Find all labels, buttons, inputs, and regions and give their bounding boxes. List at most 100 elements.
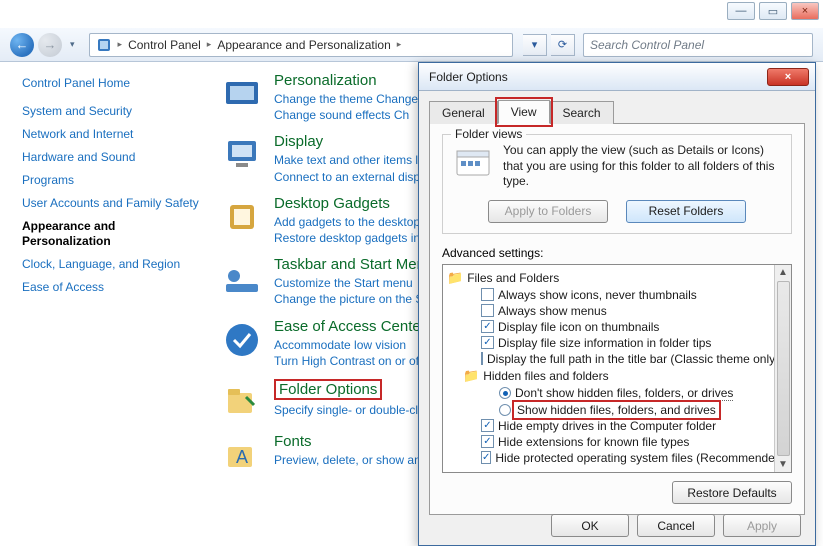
checkbox-icon[interactable]: ✓	[481, 336, 494, 349]
ok-button[interactable]: OK	[551, 514, 629, 537]
sidebar-item[interactable]: Hardware and Sound	[22, 146, 202, 169]
category-icon	[220, 133, 264, 177]
category-title[interactable]: Folder Options	[274, 379, 382, 400]
tree-check-option[interactable]: ✓Display file size information in folder…	[447, 335, 772, 351]
dialog-titlebar[interactable]: Folder Options ×	[419, 63, 815, 91]
maximize-button[interactable]: ▭	[759, 2, 787, 20]
sidebar-item[interactable]: Appearance and Personalization	[22, 215, 202, 253]
breadcrumb-2[interactable]: Appearance and Personalization	[217, 38, 390, 52]
sidebar: Control Panel Home System and SecurityNe…	[0, 62, 210, 546]
forward-button[interactable]: →	[38, 33, 62, 57]
minimize-button[interactable]: —	[727, 2, 755, 20]
apply-to-folders-button[interactable]: Apply to Folders	[488, 200, 608, 223]
folder-icon: 📁	[463, 368, 479, 384]
sidebar-item[interactable]: Programs	[22, 169, 202, 192]
checkbox-icon[interactable]	[481, 288, 494, 301]
restore-defaults-button[interactable]: Restore Defaults	[672, 481, 792, 504]
address-dropdown-button[interactable]: ▾	[523, 34, 547, 56]
radio-icon[interactable]	[499, 387, 511, 399]
category-links[interactable]: Specify single- or double-clic	[274, 402, 427, 418]
checkbox-icon[interactable]: ✓	[481, 451, 491, 464]
category-links[interactable]: Accommodate low visionTurn High Contrast…	[274, 337, 426, 369]
reset-folders-button[interactable]: Reset Folders	[626, 200, 746, 223]
category-icon	[220, 256, 264, 300]
checkbox-icon[interactable]	[481, 304, 494, 317]
sidebar-home[interactable]: Control Panel Home	[22, 76, 202, 90]
cancel-button[interactable]: Cancel	[637, 514, 715, 537]
window-controls: — ▭ ×	[727, 2, 819, 20]
checkbox-icon[interactable]	[481, 352, 483, 365]
scroll-up-icon[interactable]: ▲	[778, 267, 788, 278]
tab-panel-view: Folder views You can apply the view (suc…	[429, 123, 805, 515]
category-links[interactable]: Add gadgets to the desktopRestore deskto…	[274, 214, 429, 246]
category-title[interactable]: Fonts	[274, 433, 427, 450]
checkbox-icon[interactable]: ✓	[481, 320, 494, 333]
tree-check-option[interactable]: Always show menus	[447, 303, 772, 319]
category-icon	[220, 379, 264, 423]
tree-radio-option[interactable]: Show hidden files, folders, and drives	[447, 402, 772, 418]
category-title[interactable]: Personalization	[274, 72, 418, 89]
history-dropdown[interactable]: ▾	[66, 39, 79, 50]
refresh-button[interactable]: ⟳	[551, 34, 575, 56]
tree-folder[interactable]: 📁Hidden files and folders	[447, 367, 772, 385]
category-title[interactable]: Display	[274, 133, 429, 150]
folder-icon: 📁	[447, 270, 463, 286]
sidebar-item[interactable]: Ease of Access	[22, 276, 202, 299]
breadcrumb-sep: ▸	[207, 39, 212, 50]
category-icon	[220, 72, 264, 116]
category-title[interactable]: Taskbar and Start Men	[274, 256, 427, 273]
checkbox-icon[interactable]: ✓	[481, 419, 494, 432]
breadcrumb-sep: ▸	[397, 39, 402, 50]
folder-options-dialog: Folder Options × GeneralViewSearch Folde…	[418, 62, 816, 546]
scroll-down-icon[interactable]: ▼	[778, 459, 788, 470]
category-title[interactable]: Desktop Gadgets	[274, 195, 429, 212]
folder-views-legend: Folder views	[451, 127, 526, 141]
tab-search[interactable]: Search	[550, 101, 614, 124]
category-icon	[220, 318, 264, 362]
tree-scrollbar[interactable]: ▲ ▼	[774, 265, 791, 472]
category-icon	[220, 195, 264, 239]
category-links[interactable]: Make text and other items laConnect to a…	[274, 152, 429, 184]
tree-check-option[interactable]: ✓Hide protected operating system files (…	[447, 450, 772, 466]
tab-general[interactable]: General	[429, 101, 498, 124]
tree-radio-option[interactable]: Don't show hidden files, folders, or dri…	[447, 385, 772, 402]
dialog-close-button[interactable]: ×	[767, 68, 809, 86]
scroll-thumb[interactable]	[777, 281, 790, 456]
advanced-settings-label: Advanced settings:	[442, 246, 792, 260]
search-placeholder: Search Control Panel	[590, 38, 704, 52]
breadcrumb-1[interactable]: Control Panel	[128, 38, 201, 52]
folder-views-icon	[453, 143, 493, 183]
tree-root[interactable]: 📁Files and Folders	[447, 269, 772, 287]
sidebar-item[interactable]: System and Security	[22, 100, 202, 123]
folder-views-text: You can apply the view (such as Details …	[503, 143, 781, 190]
back-button[interactable]: ←	[10, 33, 34, 57]
address-actions: ▾ ⟳	[523, 34, 575, 56]
dialog-title: Folder Options	[429, 70, 508, 84]
radio-icon[interactable]	[499, 404, 511, 416]
checkbox-icon[interactable]: ✓	[481, 435, 494, 448]
category-links[interactable]: Change the theme ChangeChange sound effe…	[274, 91, 418, 123]
apply-button[interactable]: Apply	[723, 514, 801, 537]
svg-text:A: A	[236, 447, 248, 467]
breadcrumb-sep: ▸	[118, 39, 123, 50]
sidebar-item[interactable]: Clock, Language, and Region	[22, 253, 202, 276]
category-links[interactable]: Customize the Start menuChange the pictu…	[274, 275, 427, 307]
tree-check-option[interactable]: ✓Hide extensions for known file types	[447, 434, 772, 450]
tab-strip: GeneralViewSearch	[419, 91, 815, 123]
sidebar-item[interactable]: Network and Internet	[22, 123, 202, 146]
category-title[interactable]: Ease of Access Center	[274, 318, 426, 335]
tree-check-option[interactable]: ✓Display file icon on thumbnails	[447, 319, 772, 335]
tree-check-option[interactable]: Always show icons, never thumbnails	[447, 287, 772, 303]
window-close-button[interactable]: ×	[791, 2, 819, 20]
tab-view[interactable]: View	[498, 100, 550, 124]
tree-check-option[interactable]: ✓Hide empty drives in the Computer folde…	[447, 418, 772, 434]
category-links[interactable]: Preview, delete, or show and	[274, 452, 427, 468]
search-input[interactable]: Search Control Panel	[583, 33, 813, 57]
dialog-button-row: OK Cancel Apply	[419, 514, 815, 537]
tree-check-option[interactable]: Display the full path in the title bar (…	[447, 351, 772, 367]
advanced-settings-tree[interactable]: 📁Files and FoldersAlways show icons, nev…	[442, 264, 792, 473]
address-bar[interactable]: ▸ Control Panel ▸ Appearance and Persona…	[89, 33, 513, 57]
folder-views-group: Folder views You can apply the view (suc…	[442, 134, 792, 234]
control-panel-icon	[96, 37, 112, 53]
sidebar-item[interactable]: User Accounts and Family Safety	[22, 192, 202, 215]
